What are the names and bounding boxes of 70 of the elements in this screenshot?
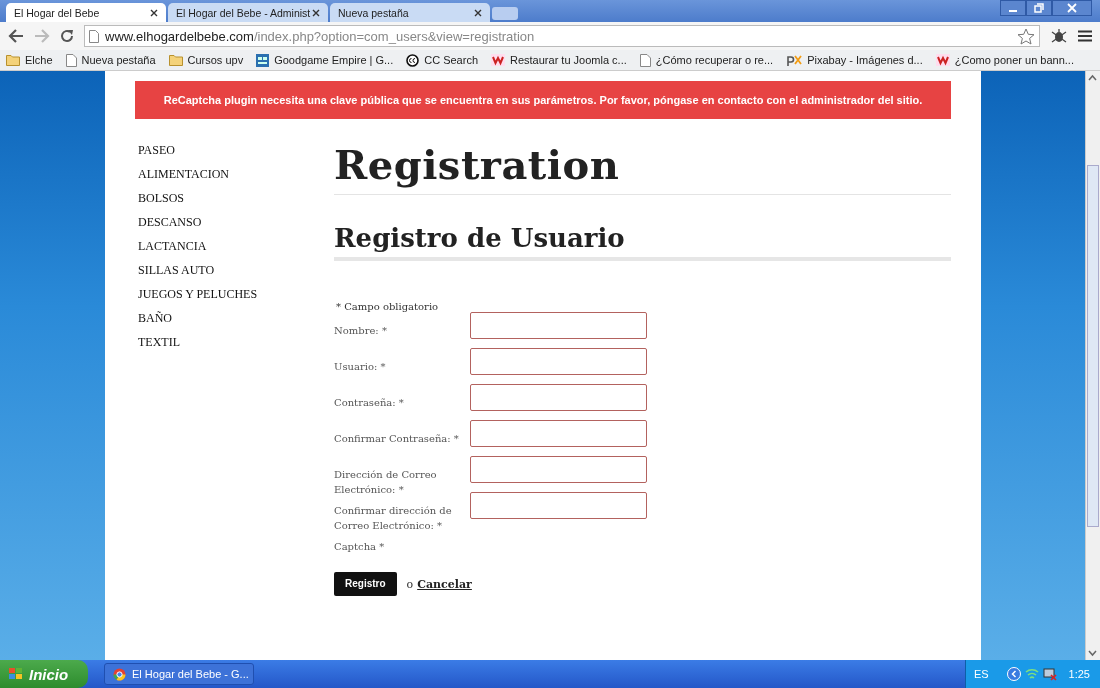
circle-icon [406, 53, 420, 67]
bookmark[interactable]: Goodgame Empire | G... [256, 53, 394, 67]
page-icon [639, 53, 651, 67]
field-label: Captcha * [334, 540, 386, 554]
required-note: * Campo obligatorio [335, 301, 440, 312]
windows-logo-icon [8, 667, 24, 681]
taskbar-button[interactable]: El Hogar del Bebe - G... [104, 663, 254, 685]
field-label: Confirmar dirección de Correo Electrónico: * [334, 504, 453, 533]
cancel-link[interactable]: Cancelar [417, 577, 472, 591]
folder-icon [6, 54, 20, 66]
sidebar-item[interactable]: SILLAS AUTO [138, 263, 334, 287]
register-button[interactable]: Registro [334, 572, 397, 596]
bug-icon[interactable] [1050, 28, 1068, 44]
monitor-icon[interactable] [1042, 667, 1057, 681]
bookmark[interactable]: Restaurar tu Joomla c... [491, 54, 627, 66]
sidebar-item[interactable]: DESCANSO [138, 215, 334, 239]
folder-icon [168, 54, 183, 66]
input-field[interactable] [470, 348, 647, 375]
address-bar[interactable]: www.elhogardelbebe.com/index.php?option=com_users&view=registration [84, 25, 1040, 47]
logo-icon [786, 54, 803, 66]
field-label: Confirmar Contraseña: * [334, 432, 460, 446]
page-title: Registration [334, 141, 951, 195]
logo-icon [491, 54, 505, 66]
logo-icon [935, 54, 950, 66]
scrollbar[interactable] [1085, 71, 1100, 660]
input-field[interactable] [470, 456, 647, 483]
browser-tab[interactable]: El Hogar del Bebe [6, 3, 166, 22]
field-label: Nombre: * [334, 324, 388, 338]
sidebar-item[interactable]: TEXTIL [138, 335, 334, 359]
field-label: Dirección de Correo Electrónico: * [334, 468, 438, 497]
bookmark[interactable]: Nueva pestaña [65, 53, 156, 67]
input-field[interactable] [470, 420, 647, 447]
sidebar-item[interactable]: BAÑO [138, 311, 334, 335]
sidebar-item[interactable]: ALIMENTACION [138, 167, 334, 191]
chevron-icon[interactable] [1006, 667, 1021, 681]
bookmark[interactable]: ¿Cómo recuperar o re... [639, 53, 774, 67]
field-label: Usuario: * [334, 360, 387, 374]
error-alert: ReCaptcha plugin necesita una clave pública que se encuentra en sus parámetros. Por favor, póngase en contacto con el administrador del sitio. [135, 81, 951, 119]
sidebar-item[interactable]: BOLSOS [138, 191, 334, 215]
sidebar-item[interactable]: JUEGOS Y PELUCHES [138, 287, 334, 311]
or-text: o [406, 577, 414, 591]
minimize-icon[interactable] [1000, 0, 1026, 16]
input-field[interactable] [470, 492, 647, 519]
star-icon[interactable] [1017, 27, 1035, 45]
bookmark[interactable]: Cursos upv [168, 54, 244, 66]
start-button[interactable]: Inicio [0, 660, 88, 688]
grid-icon [256, 53, 270, 67]
bookmark[interactable]: Elche [6, 54, 53, 66]
browser-icon [113, 667, 126, 681]
browser-tab[interactable]: Nueva pestaña [330, 3, 490, 22]
restore-icon[interactable] [1026, 0, 1052, 16]
back-icon[interactable] [8, 29, 24, 43]
page-icon [89, 29, 99, 43]
close-icon[interactable] [1052, 0, 1092, 16]
sidebar-item[interactable]: LACTANCIA [138, 239, 334, 263]
menu-icon[interactable] [1078, 30, 1092, 42]
browser-tab[interactable]: El Hogar del Bebe - Administ [168, 3, 328, 22]
input-field[interactable] [470, 384, 647, 411]
bookmark[interactable]: Pixabay - Imágenes d... [786, 54, 923, 66]
close-icon[interactable] [312, 8, 320, 17]
bookmark[interactable]: CC Search [406, 53, 478, 67]
sidebar-item[interactable]: PASEO [138, 143, 334, 167]
close-icon[interactable] [150, 8, 158, 17]
close-icon[interactable] [474, 8, 482, 17]
page-icon [65, 53, 77, 67]
field-label: Contraseña: * [334, 396, 405, 410]
section-title: Registro de Usuario [334, 223, 951, 261]
reload-icon[interactable] [60, 29, 74, 43]
bookmark[interactable]: ¿Como poner un bann... [935, 54, 1074, 66]
input-field[interactable] [470, 312, 647, 339]
